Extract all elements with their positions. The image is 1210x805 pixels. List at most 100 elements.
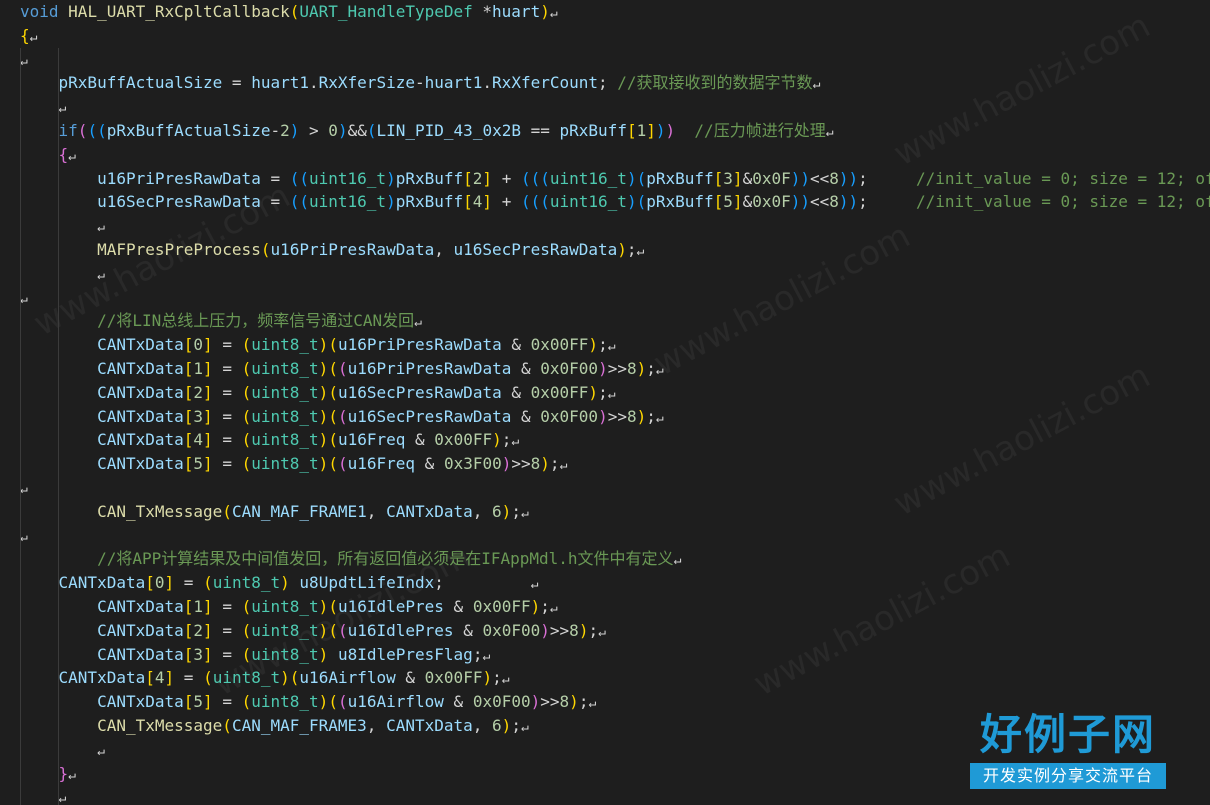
code-token: 5 (193, 454, 204, 474)
code-token: >> (607, 358, 627, 378)
code-line[interactable]: CANTxData[0] = (uint8_t)(u16PriPresRawDa… (0, 333, 1210, 357)
code-token: [ (183, 644, 194, 664)
code-token: u8UpdtLifeIndx (299, 573, 435, 593)
code-token: CANTxData (97, 692, 184, 712)
code-line[interactable]: CANTxData[2] = (uint8_t)((u16IdlePres & … (0, 619, 1210, 643)
code-token: 3 (723, 168, 733, 188)
code-token: ( (241, 382, 252, 402)
code-line[interactable]: //将APP计算结果及中间值发回，所有返回值必须是在IFAppMdl.h文件中有… (0, 547, 1210, 571)
line-break-marker: ↵ (607, 339, 616, 355)
code-token: pRxBuff (395, 168, 464, 188)
code-token: ) (318, 335, 329, 355)
code-token: //init_value = 0; size = 12; offset (915, 192, 1210, 212)
code-token: ) (578, 620, 589, 640)
code-token: >> (511, 454, 531, 474)
code-line[interactable]: CAN_TxMessage(CAN_MAF_FRAME1, CANTxData,… (0, 500, 1210, 524)
code-token: - (414, 73, 425, 93)
code-line[interactable]: ↵ (0, 214, 1210, 238)
code-token: [ (145, 573, 155, 593)
code-line[interactable]: CANTxData[4] = (uint8_t)(u16Freq & 0x00F… (0, 428, 1210, 452)
code-line[interactable]: void HAL_UART_RxCpltCallback(UART_Handle… (0, 0, 1210, 24)
code-token: //init_value = 0; size = 12; offset (915, 168, 1210, 188)
line-break-marker: ↵ (559, 458, 568, 474)
code-line[interactable]: CANTxData[2] = (uint8_t)(u16SecPresRawDa… (0, 381, 1210, 405)
code-token: , (434, 239, 454, 259)
code-line[interactable]: CANTxData[3] = (uint8_t) u8IdlePresFlag;… (0, 643, 1210, 667)
line-break-marker: ↵ (636, 243, 645, 259)
code-editor[interactable]: www.haolizi.com www.haolizi.com www.haol… (0, 0, 1210, 805)
code-token: ; (549, 454, 560, 474)
line-break-marker: ↵ (598, 624, 606, 640)
code-area[interactable]: void HAL_UART_RxCpltCallback (UART_Handle… (0, 0, 1210, 805)
code-token: ) (598, 406, 608, 426)
code-token: ; (472, 644, 483, 664)
code-token: [ (183, 620, 194, 640)
code-line[interactable]: ↵ (0, 48, 1210, 72)
line-break-marker: ↵ (825, 124, 834, 140)
code-token: ( (337, 620, 348, 640)
code-line[interactable]: MAFPresPreProcess(u16PriPresRawData, u16… (0, 238, 1210, 262)
code-token: uint8_t (251, 692, 319, 712)
code-token: pRxBuffActualSize (106, 120, 271, 140)
code-token: )) (838, 168, 859, 188)
code-line[interactable]: ↵ (0, 262, 1210, 286)
code-token: )( (626, 168, 647, 188)
line-break-marker: ↵ (68, 148, 76, 164)
code-token: = (260, 192, 290, 212)
code-line[interactable]: ↵ (0, 524, 1210, 548)
code-line[interactable]: pRxBuffActualSize = huart1.RxXferSize-hu… (0, 71, 1210, 95)
line-break-marker: ↵ (520, 719, 529, 735)
code-line[interactable]: ↵ (0, 476, 1210, 500)
code-line[interactable]: {↵ (0, 143, 1210, 167)
code-token: [ (183, 358, 194, 378)
code-line[interactable]: if(((pRxBuffActualSize-2) > 0)&&(LIN_PID… (0, 119, 1210, 143)
code-line[interactable]: //将LIN总线上压力，频率信号通过CAN发回↵ (0, 309, 1210, 333)
indent-guide (20, 47, 21, 805)
code-token: )) (790, 192, 810, 212)
line-break-marker: ↵ (20, 529, 28, 545)
code-line[interactable]: ↵ (0, 286, 1210, 310)
code-token: RxXferSize (318, 73, 415, 93)
code-line[interactable]: u16SecPresRawData = ((uint16_t)pRxBuff[4… (0, 190, 1210, 214)
code-line[interactable]: CANTxData[1] = (uint8_t)(u16IdlePres & 0… (0, 595, 1210, 619)
code-token: 0x0F (752, 192, 791, 212)
code-line[interactable]: CANTxData[3] = (uint8_t)((u16SecPresRawD… (0, 405, 1210, 429)
code-token: > (299, 120, 329, 140)
code-line[interactable]: {↵ (0, 24, 1210, 48)
code-line[interactable]: CANTxData[1] = (uint8_t)((u16PriPresRawD… (0, 357, 1210, 381)
code-token: [ (713, 192, 724, 212)
code-token: ( (241, 620, 252, 640)
code-token: 8 (829, 168, 839, 188)
code-token: ] (203, 692, 213, 712)
code-token: ) (318, 620, 329, 640)
code-token: CANTxData (386, 501, 473, 521)
code-token: u16SecPresRawData (97, 192, 261, 212)
code-token: ) (530, 692, 541, 712)
code-token: LIN_PID_43_0x2B (376, 120, 521, 140)
code-token: CANTxData (58, 573, 146, 593)
code-token: ( (241, 335, 252, 355)
code-line[interactable]: CANTxData[4] = (uint8_t)(u16Airflow & 0x… (0, 666, 1210, 690)
code-token: ; (501, 430, 512, 450)
code-token: uint8_t (251, 335, 319, 355)
code-token: . (482, 73, 493, 93)
code-line[interactable]: CANTxData[5] = (uint8_t)((u16Freq & 0x3F… (0, 452, 1210, 476)
code-token: 8 (530, 454, 541, 474)
code-token: ( (241, 596, 252, 616)
code-token: [ (183, 454, 194, 474)
code-line[interactable]: u16PriPresRawData = ((uint16_t)pRxBuff[2… (0, 167, 1210, 191)
code-token: (( (87, 120, 107, 140)
code-token: u16IdlePres (347, 620, 454, 640)
code-token: uint16_t (309, 168, 387, 188)
code-line[interactable]: CANTxData[0] = (uint8_t) u8UpdtLifeIndx;… (0, 571, 1210, 595)
code-line[interactable]: ↵ (0, 95, 1210, 119)
code-token: ; (578, 692, 589, 712)
code-token: ( (77, 120, 88, 140)
code-token: u16Airflow (347, 692, 444, 712)
code-token: ( (203, 668, 213, 688)
